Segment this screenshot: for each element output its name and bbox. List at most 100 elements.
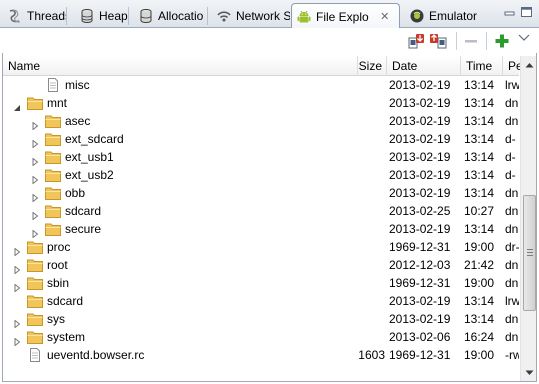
table-row[interactable]: ext_sdcard 2013-02-19 13:14 d- [3, 130, 519, 148]
expand-arrow-icon[interactable] [13, 333, 21, 346]
expand-arrow-icon[interactable] [13, 279, 21, 292]
collapse-arrow-icon[interactable] [13, 99, 21, 111]
expand-arrow-icon[interactable] [13, 243, 21, 256]
expand-arrow-icon[interactable] [31, 207, 39, 220]
tab-file-explorer[interactable]: File Explo ✕ [291, 3, 400, 29]
heap-icon [79, 8, 95, 24]
tab-emulator[interactable]: Emulator [404, 3, 480, 28]
file-name: ext_sdcard [65, 132, 124, 146]
column-header-size[interactable]: Size [358, 56, 387, 76]
folder-icon [45, 168, 61, 182]
table-row[interactable]: mnt 2013-02-19 13:14 dn [3, 94, 519, 112]
table-row[interactable]: ext_usb2 2013-02-19 13:14 d- [3, 166, 519, 184]
table-row[interactable]: ueventd.bowser.rc 1603 1969-12-31 19:00 -rw [3, 346, 519, 364]
date-cell: 2013-02-06 [389, 330, 451, 344]
date-cell: 1969-12-31 [389, 276, 451, 290]
tab-threads[interactable]: Threads [2, 3, 68, 28]
vertical-scrollbar[interactable] [520, 56, 536, 381]
close-tab-icon[interactable]: ✕ [379, 10, 391, 23]
tab-allocation[interactable]: Allocatio [133, 3, 209, 28]
size-cell [358, 130, 385, 148]
maximize-icon[interactable] [520, 6, 534, 18]
expand-arrow-icon[interactable] [31, 117, 39, 130]
folder-icon [27, 96, 43, 110]
table-row[interactable]: root 2012-12-03 21:42 dn [3, 256, 519, 274]
column-header-permissions[interactable]: Pe [503, 56, 523, 76]
scrollbar-thumb[interactable] [523, 195, 536, 311]
table-row[interactable]: secure 2013-02-19 13:14 dn [3, 220, 519, 238]
size-cell [358, 256, 385, 274]
android-icon [296, 9, 312, 25]
permissions-cell: dn [505, 96, 519, 110]
tab-heap[interactable]: Heap [74, 3, 130, 28]
file-name: ext_usb2 [65, 168, 114, 182]
minimize-icon[interactable] [503, 6, 517, 18]
table-row[interactable]: system 2013-02-06 16:24 dn [3, 328, 519, 346]
date-cell: 2013-02-19 [389, 312, 451, 326]
size-cell [358, 166, 385, 184]
table-row[interactable]: sys 2013-02-19 13:14 dn [3, 310, 519, 328]
table-row[interactable]: sdcard 2013-02-25 10:27 dn [3, 202, 519, 220]
table-row[interactable]: proc 1969-12-31 19:00 dr- [3, 238, 519, 256]
tab-label: Heap [99, 9, 128, 23]
column-header-name[interactable]: Name [3, 56, 358, 76]
permissions-cell: dn [505, 114, 519, 128]
time-cell: 13:14 [464, 222, 495, 236]
delete-icon[interactable] [462, 32, 480, 50]
file-name: sbin [47, 276, 70, 290]
pull-file-icon[interactable] [408, 32, 426, 50]
table-row[interactable]: asec 2013-02-19 13:14 dn [3, 112, 519, 130]
file-name: sys [47, 312, 65, 326]
table-row[interactable]: misc 2013-02-19 13:14 lrw [3, 76, 519, 94]
allocation-icon [138, 8, 154, 24]
tab-network-statistics[interactable]: Network S [211, 3, 291, 28]
expand-arrow-icon[interactable] [13, 261, 21, 274]
time-cell: 19:00 [464, 348, 495, 362]
table-row[interactable]: sdcard 2013-02-19 13:14 lrw [3, 292, 519, 310]
column-header-time[interactable]: Time [461, 56, 503, 76]
toolbar-separator [456, 32, 457, 50]
file-name: asec [65, 114, 91, 128]
scroll-up-icon[interactable] [521, 56, 536, 73]
permissions-cell: dn [505, 330, 519, 344]
date-cell: 2013-02-19 [389, 168, 451, 182]
permissions-cell: d- [505, 150, 516, 164]
expand-arrow-icon[interactable] [31, 153, 39, 166]
tab-label: File Explo [316, 9, 369, 24]
chevron-down-icon[interactable] [515, 29, 533, 47]
name-cell: ext_sdcard [3, 130, 358, 148]
expand-arrow-icon[interactable] [31, 225, 39, 238]
name-cell: asec [3, 112, 358, 130]
date-cell: 2013-02-25 [389, 204, 451, 218]
file-name: misc [65, 78, 90, 92]
push-file-icon[interactable] [429, 32, 447, 50]
file-icon [27, 348, 43, 362]
table-row[interactable]: obb 2013-02-19 13:14 dn [3, 184, 519, 202]
time-cell: 10:27 [464, 204, 495, 218]
tab-label: Allocatio [158, 9, 204, 23]
folder-icon [27, 240, 43, 254]
table-row[interactable]: sbin 1969-12-31 19:00 dn [3, 274, 519, 292]
size-cell [358, 112, 385, 130]
table-row[interactable]: ext_usb1 2013-02-19 13:14 d- [3, 148, 519, 166]
permissions-cell: d- [505, 132, 516, 146]
expand-arrow-icon[interactable] [31, 135, 39, 148]
new-folder-icon[interactable] [493, 32, 511, 50]
date-cell: 2013-02-19 [389, 186, 451, 200]
name-cell: ext_usb1 [3, 148, 358, 166]
expand-arrow-icon[interactable] [31, 189, 39, 202]
size-cell [358, 292, 385, 310]
time-cell: 13:14 [464, 96, 495, 110]
column-header-date[interactable]: Date [387, 56, 461, 76]
folder-icon [45, 150, 61, 164]
permissions-cell: dn [505, 258, 519, 272]
time-cell: 16:24 [464, 330, 495, 344]
size-cell [358, 238, 385, 256]
date-cell: 2013-02-19 [389, 78, 451, 92]
scroll-down-icon[interactable] [521, 364, 536, 381]
folder-icon [27, 294, 43, 308]
expand-arrow-icon[interactable] [31, 171, 39, 184]
time-cell: 13:14 [464, 294, 495, 308]
expand-arrow-icon[interactable] [13, 315, 21, 328]
name-cell: ueventd.bowser.rc [3, 346, 358, 364]
